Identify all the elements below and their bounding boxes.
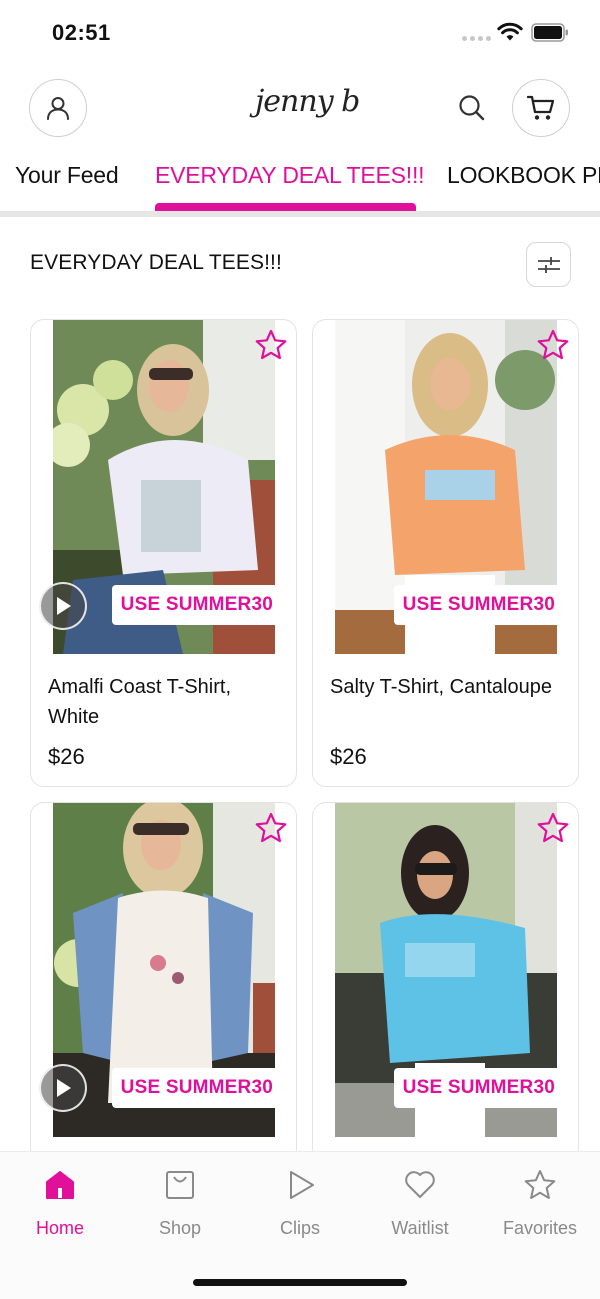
sliders-icon bbox=[537, 256, 560, 273]
play-icon bbox=[57, 597, 71, 615]
category-tabs: Your Feed EVERYDAY DEAL TEES!!! LOOKBOOK… bbox=[0, 152, 600, 214]
favorite-star-icon[interactable] bbox=[254, 811, 288, 845]
home-indicator bbox=[193, 1279, 407, 1286]
play-video-button[interactable] bbox=[39, 1064, 87, 1112]
nav-waitlist[interactable]: Waitlist bbox=[360, 1168, 480, 1239]
nav-label: Shop bbox=[158, 1218, 202, 1238]
nav-label: Clips bbox=[279, 1218, 320, 1238]
product-card[interactable]: USE SUMMER30 bbox=[312, 802, 579, 1162]
product-price: $26 bbox=[330, 744, 367, 769]
app-header: jenny b bbox=[0, 66, 600, 152]
promo-code-badge: USE SUMMER30 bbox=[393, 585, 564, 625]
wifi-icon bbox=[497, 22, 523, 41]
nav-clips[interactable]: Clips bbox=[240, 1168, 360, 1239]
play-icon bbox=[290, 1171, 314, 1199]
section-title: EVERYDAY DEAL TEES!!! bbox=[30, 251, 282, 274]
product-card[interactable]: USE SUMMER30 Salty T-Shirt, Cantaloupe $… bbox=[312, 319, 579, 787]
status-bar: 02:51 bbox=[0, 0, 600, 66]
favorite-star-icon[interactable] bbox=[536, 811, 570, 845]
tab-lookbook[interactable]: LOOKBOOK PR bbox=[447, 162, 600, 189]
play-video-button[interactable] bbox=[39, 582, 87, 630]
filter-button[interactable] bbox=[526, 242, 571, 287]
product-card[interactable]: USE SUMMER30 Amalfi Coast T-Shirt, White… bbox=[30, 319, 297, 787]
cart-icon bbox=[526, 95, 555, 120]
tab-your-feed[interactable]: Your Feed bbox=[15, 162, 119, 189]
promo-code-badge: USE SUMMER30 bbox=[111, 585, 282, 625]
heart-icon bbox=[405, 1171, 435, 1198]
tabs-divider bbox=[0, 211, 600, 217]
play-icon bbox=[57, 1079, 71, 1097]
nav-home[interactable]: Home bbox=[0, 1168, 120, 1239]
promo-code-badge: USE SUMMER30 bbox=[111, 1068, 282, 1108]
tab-everyday-deal-tees[interactable]: EVERYDAY DEAL TEES!!! bbox=[155, 162, 425, 189]
profile-button[interactable] bbox=[29, 79, 87, 137]
product-title[interactable]: Salty T-Shirt, Cantaloupe bbox=[330, 672, 560, 702]
search-icon[interactable] bbox=[456, 92, 488, 124]
cart-button[interactable] bbox=[512, 79, 570, 137]
home-icon bbox=[46, 1171, 74, 1199]
active-tab-indicator bbox=[155, 203, 416, 211]
nav-shop[interactable]: Shop bbox=[120, 1168, 240, 1239]
nav-label: Waitlist bbox=[391, 1218, 449, 1238]
shopping-bag-icon bbox=[166, 1171, 194, 1199]
nav-favorites[interactable]: Favorites bbox=[480, 1168, 600, 1239]
status-time: 02:51 bbox=[52, 20, 111, 45]
user-icon bbox=[47, 97, 69, 120]
favorite-star-icon[interactable] bbox=[536, 328, 570, 362]
nav-label: Favorites bbox=[502, 1218, 578, 1238]
promo-code-badge: USE SUMMER30 bbox=[393, 1068, 564, 1108]
nav-label: Home bbox=[35, 1218, 84, 1238]
bottom-navigation: Home Shop Clips Waitlist Favorites bbox=[0, 1151, 600, 1299]
product-card[interactable]: USE SUMMER30 bbox=[30, 802, 297, 1162]
signal-dots-icon bbox=[462, 36, 491, 41]
product-price: $26 bbox=[48, 744, 85, 769]
star-icon bbox=[524, 1170, 556, 1199]
product-title[interactable]: Amalfi Coast T-Shirt, White bbox=[48, 672, 278, 732]
battery-icon bbox=[531, 23, 568, 42]
brand-logo[interactable]: jenny b bbox=[255, 84, 360, 119]
favorite-star-icon[interactable] bbox=[254, 328, 288, 362]
